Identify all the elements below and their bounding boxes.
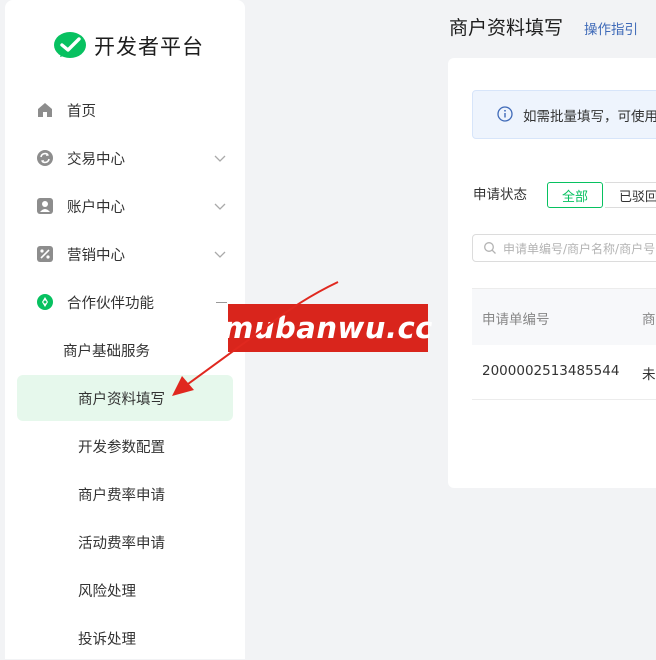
sidebar-item-label: 投诉处理: [78, 631, 136, 648]
watermark: mubanwu.cc: [223, 304, 432, 352]
discount-icon: [36, 245, 54, 263]
brand-name: 开发者平台: [94, 35, 204, 59]
chevron-down-icon: [214, 155, 226, 162]
search-placeholder: 申请单编号/商户名称/商户号: [503, 242, 656, 256]
sidebar-item-label: 开发参数配置: [78, 439, 165, 456]
notice-banner: 如需批量填写，可使用: [472, 90, 656, 139]
sidebar-group-merchant-basic[interactable]: 商户基础服务: [5, 328, 245, 372]
notice-text: 如需批量填写，可使用: [523, 109, 656, 125]
sidebar-item-marketing[interactable]: 营销中心: [5, 232, 245, 276]
table-row[interactable]: 2000002513485544 未: [472, 345, 656, 400]
sidebar-item-trade[interactable]: 交易中心: [5, 136, 245, 180]
guide-link[interactable]: 操作指引: [584, 18, 638, 38]
sidebar-item-label: 合作伙伴功能: [67, 295, 154, 312]
wechat-pay-logo-icon: [54, 32, 86, 58]
sidebar: 开发者平台 首页 交易中心 账户中心 营销中心 合作伙伴功能 商户基础服务 商户…: [5, 0, 245, 659]
chevron-down-icon: [214, 203, 226, 210]
column-header: 申请单编号: [482, 312, 550, 328]
page-title: 商户资料填写: [449, 17, 564, 39]
filter-returned-button[interactable]: 已驳回: [605, 182, 656, 208]
sidebar-item-home[interactable]: 首页: [5, 88, 245, 132]
sidebar-item-dev-params[interactable]: 开发参数配置: [5, 424, 245, 468]
table-header: 申请单编号 商: [472, 288, 656, 346]
sidebar-item-label: 商户资料填写: [78, 391, 165, 408]
search-input[interactable]: 申请单编号/商户名称/商户号: [472, 234, 656, 262]
sidebar-item-complaint[interactable]: 投诉处理: [5, 616, 245, 660]
sidebar-item-label: 商户费率申请: [78, 487, 165, 504]
sidebar-item-label: 活动费率申请: [78, 535, 165, 552]
column-header: 商: [642, 312, 656, 328]
search-icon: [484, 242, 496, 254]
home-icon: [36, 101, 54, 119]
info-icon: [497, 106, 513, 122]
account-icon: [36, 197, 54, 215]
status-filter-label: 申请状态: [473, 187, 527, 203]
table-cell: 未: [642, 367, 656, 383]
sidebar-item-merchant-info[interactable]: 商户资料填写: [5, 376, 245, 420]
sidebar-item-activity-rate[interactable]: 活动费率申请: [5, 520, 245, 564]
sidebar-item-label: 营销中心: [67, 247, 125, 264]
sidebar-item-label: 账户中心: [67, 199, 125, 216]
collapse-icon: [216, 301, 227, 303]
sidebar-item-label: 首页: [67, 103, 96, 120]
sidebar-item-account[interactable]: 账户中心: [5, 184, 245, 228]
sidebar-item-label: 风险处理: [78, 583, 136, 600]
partner-icon: [36, 293, 54, 311]
sidebar-item-partner[interactable]: 合作伙伴功能: [5, 280, 245, 324]
sidebar-item-label: 交易中心: [67, 151, 125, 168]
sidebar-item-merchant-rate[interactable]: 商户费率申请: [5, 472, 245, 516]
filter-all-button[interactable]: 全部: [547, 182, 603, 208]
exchange-icon: [36, 149, 54, 167]
table-cell: 2000002513485544: [482, 363, 620, 379]
brand[interactable]: 开发者平台: [52, 30, 204, 62]
chevron-down-icon: [214, 251, 226, 258]
sidebar-item-risk[interactable]: 风险处理: [5, 568, 245, 612]
sidebar-group-label: 商户基础服务: [63, 343, 150, 360]
